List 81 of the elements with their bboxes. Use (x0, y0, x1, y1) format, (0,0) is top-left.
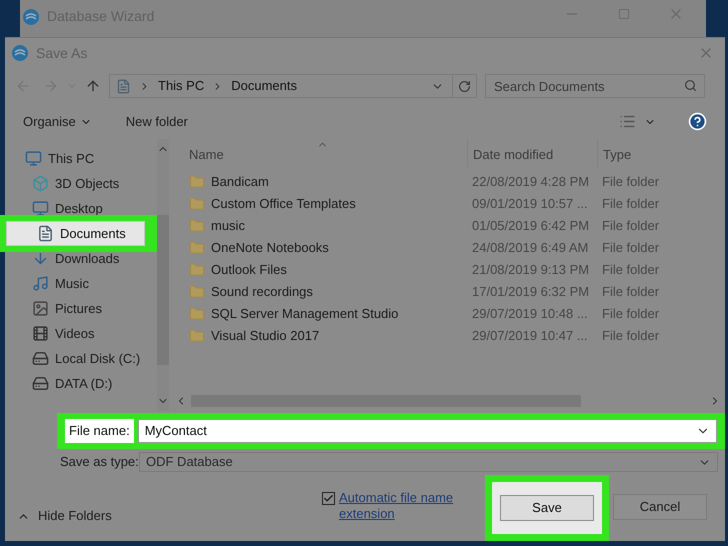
file-name-cell[interactable]: Bandicam (211, 172, 269, 192)
file-type-dropdown[interactable]: ODF Database (139, 452, 718, 472)
date-cell-text: 22/08/2019 4:28 PM (471, 173, 590, 192)
music-note-icon (32, 275, 49, 292)
check-icon (323, 493, 334, 504)
sidebar-item[interactable]: Downloads (0, 246, 157, 271)
date-cell-text: 29/07/2019 10:48 ... (471, 305, 589, 324)
scrollbar[interactable] (157, 139, 169, 411)
address-bar[interactable]: This PC Documents (109, 74, 477, 98)
document-icon (116, 78, 131, 94)
search-field[interactable]: Search Documents (485, 74, 705, 98)
file-name-cell[interactable]: Custom Office Templates (211, 194, 356, 214)
hard-drive-icon (32, 350, 49, 367)
type-cell-text: File folder (601, 261, 660, 280)
sidebar-item[interactable]: Videos (0, 321, 157, 346)
app-logo-icon (12, 45, 28, 61)
checkbox[interactable] (322, 492, 335, 505)
breadcrumb[interactable]: Documents (231, 76, 297, 96)
breadcrumb[interactable]: This PC (158, 76, 204, 96)
folder-icon (189, 262, 205, 278)
folder-icon (189, 240, 205, 256)
file-name-field[interactable]: MyContact (138, 419, 717, 443)
download-icon (32, 250, 49, 267)
film-icon (32, 325, 49, 342)
document-icon (37, 225, 54, 242)
type-cell-text: File folder (601, 217, 660, 236)
column-header[interactable]: Date modified (467, 139, 597, 167)
folder-icon (189, 306, 205, 322)
sidebar-item[interactable]: Music (0, 271, 157, 296)
folder-icon (189, 174, 205, 190)
help-icon[interactable] (688, 112, 707, 131)
search-icon (684, 79, 697, 92)
file-name-cell[interactable]: SQL Server Management Studio (211, 304, 398, 324)
save-button[interactable]: Save (500, 495, 594, 521)
date-cell-text: 09/01/2019 10:57 ... (471, 195, 589, 214)
cancel-button[interactable]: Cancel (613, 494, 707, 520)
folder-icon (189, 328, 205, 344)
field-label: File name: (65, 419, 134, 443)
date-cell-text: 29/07/2019 10:47 ... (471, 327, 589, 346)
sidebar-item[interactable]: DATA (D:) (0, 371, 157, 396)
sidebar-item[interactable]: Local Disk (C:) (0, 346, 157, 371)
type-cell-text: File folder (601, 239, 660, 258)
file-name-cell[interactable]: OneNote Notebooks (211, 238, 329, 258)
date-cell-text: 24/08/2019 6:49 AM (471, 239, 590, 258)
cube-icon (32, 175, 49, 192)
sidebar-item[interactable]: 3D Objects (0, 171, 157, 196)
auto-extension-link[interactable]: Automatic file name extension (339, 490, 472, 522)
type-cell-text: File folder (601, 327, 660, 346)
sidebar-item[interactable]: This PC (0, 146, 157, 171)
type-cell-text: File folder (601, 305, 660, 324)
date-cell-text: 21/08/2019 9:13 PM (471, 261, 590, 280)
app-logo-icon (23, 8, 39, 24)
type-cell-text: File folder (601, 283, 660, 302)
date-cell-text: 01/05/2019 6:42 PM (471, 217, 590, 236)
date-cell-text: 17/01/2019 6:32 PM (471, 283, 590, 302)
desktop-icon (32, 200, 49, 217)
sidebar-item[interactable]: Desktop (0, 196, 157, 221)
scroll-thumb[interactable] (157, 215, 169, 365)
column-header[interactable]: Type (597, 139, 725, 167)
maximize-icon[interactable] (618, 8, 630, 20)
monitor-icon (25, 150, 42, 167)
field-label: Save as type: (60, 453, 135, 472)
organise-menu-button[interactable]: Organise (23, 112, 92, 132)
type-cell-text: File folder (601, 173, 660, 192)
file-name-cell[interactable]: Outlook Files (211, 260, 287, 280)
file-name-cell[interactable]: Visual Studio 2017 (211, 326, 320, 346)
picture-icon (32, 300, 49, 317)
drive-icon (32, 375, 49, 392)
sidebar-item[interactable]: Documents (6, 221, 145, 246)
folder-icon (189, 218, 205, 234)
folder-icon (189, 196, 205, 212)
folder-icon (189, 284, 205, 300)
new-folder-button[interactable]: New folder (126, 112, 188, 132)
view-options-icon[interactable] (619, 113, 636, 130)
sidebar-item[interactable]: Pictures (0, 296, 157, 321)
column-header[interactable]: Name (167, 139, 467, 167)
hide-folders-button[interactable]: Hide Folders (17, 506, 112, 526)
refresh-icon (458, 80, 471, 92)
file-name-cell[interactable]: music (211, 216, 245, 236)
type-cell-text: File folder (601, 195, 660, 214)
file-name-cell[interactable]: Sound recordings (211, 282, 313, 302)
